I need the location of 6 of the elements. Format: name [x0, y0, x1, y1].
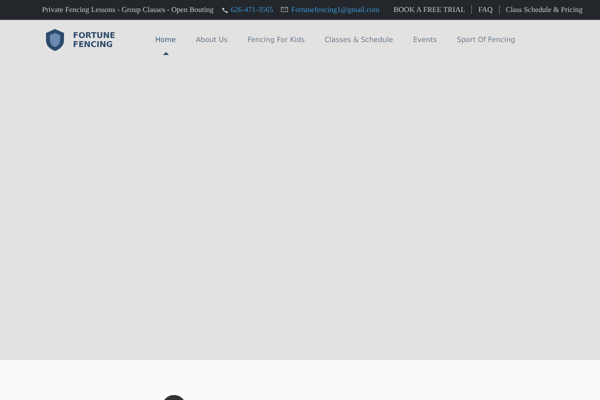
logo-text: FENCING [73, 40, 114, 49]
active-caret-icon [162, 52, 169, 55]
shield-logo-icon [44, 28, 66, 52]
envelope-icon [281, 7, 288, 12]
logo-text: FORTUNE [73, 31, 116, 40]
phone-icon [222, 6, 228, 12]
